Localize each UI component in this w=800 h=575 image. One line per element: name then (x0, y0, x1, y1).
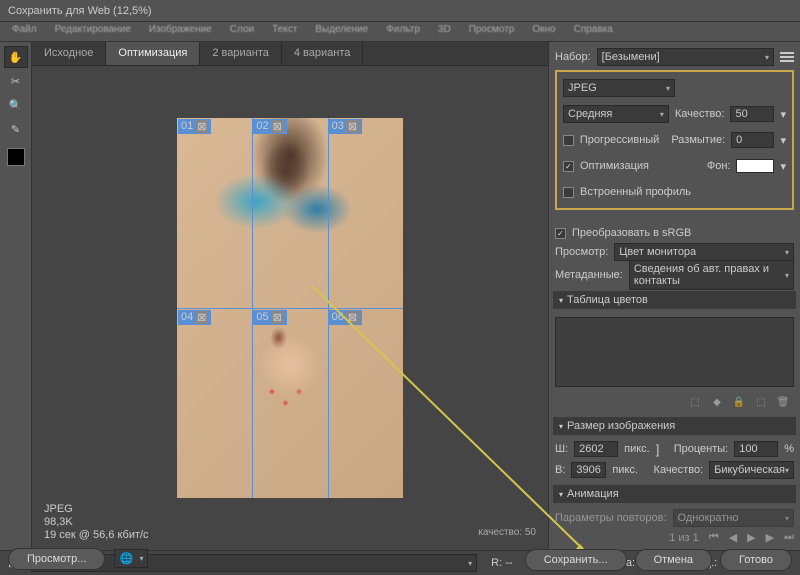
color-table-toolbar: ⬚ ◆ 🔒 ⬚ 🗑 (555, 393, 794, 411)
menu-item[interactable]: Редактирование (47, 22, 139, 41)
menu-item[interactable]: Фильтр (378, 22, 428, 41)
metadata-label: Метаданные: (555, 269, 623, 281)
cancel-button[interactable]: Отмена (635, 549, 712, 571)
shift-icon[interactable]: ◆ (710, 395, 724, 409)
preview-select[interactable]: Цвет монитора (614, 243, 794, 261)
embed-profile-checkbox[interactable] (563, 187, 574, 198)
slice-tool[interactable]: ✂ (4, 70, 28, 92)
hand-tool[interactable]: ✋ (4, 46, 28, 68)
menu-item[interactable]: Текст (264, 22, 305, 41)
link-icon[interactable]: ] (656, 442, 660, 457)
next-frame-icon: ▶ (766, 531, 774, 544)
title-bar: Сохранить для Web (12,5%) (0, 0, 800, 22)
menu-item[interactable]: Файл (4, 22, 45, 41)
trash-icon[interactable]: 🗑 (776, 395, 790, 409)
format-options-group: JPEG Средняя Качество: 50 ▾ Прогрессивны… (555, 70, 794, 210)
tool-column: ✋ ✂ 🔍 ✎ (0, 42, 32, 550)
new-icon[interactable]: ⬚ (754, 395, 768, 409)
first-frame-icon: ⏮ (709, 531, 719, 544)
optimize-checkbox[interactable] (563, 161, 574, 172)
quality-input[interactable]: 50 (730, 106, 774, 122)
preset-label: Набор: (555, 51, 591, 63)
progressive-checkbox[interactable] (563, 135, 574, 146)
metadata-select[interactable]: Сведения об авт. правах и контакты (629, 260, 794, 290)
animation-header[interactable]: Анимация (553, 485, 796, 503)
optimize-info: JPEG98,3K19 сек @ 56,6 кбит/с (44, 503, 149, 542)
last-frame-icon: ⏭ (784, 531, 794, 544)
view-tabs: Исходное Оптимизация 2 варианта 4 вариан… (32, 42, 548, 66)
save-button[interactable]: Сохранить... (525, 549, 627, 571)
loop-select: Однократно (673, 509, 794, 527)
percent-input[interactable]: 100 (734, 441, 778, 457)
preview-label: Просмотр: (555, 246, 608, 258)
quality-preset-select[interactable]: Средняя (563, 105, 669, 123)
preview-area: 01⊠ 02⊠ 03⊠ 04⊠ 05⊠ 06⊠ JPEG98,3K19 сек … (32, 66, 548, 550)
flyout-menu-icon[interactable] (780, 52, 794, 62)
image-size-header[interactable]: Размер изображения (553, 417, 796, 435)
menu-item[interactable]: Окно (524, 22, 563, 41)
browser-select[interactable]: 🌐 (114, 549, 148, 568)
format-select[interactable]: JPEG (563, 79, 675, 97)
tab-optimized[interactable]: Оптимизация (106, 42, 200, 65)
tab-4up[interactable]: 4 варианта (282, 42, 364, 65)
height-input[interactable]: 3906 (571, 462, 606, 478)
menu-bar: Файл Редактирование Изображение Слои Тек… (0, 22, 800, 42)
tab-original[interactable]: Исходное (32, 42, 106, 65)
resample-select[interactable]: Бикубическая (709, 461, 794, 479)
dropdown-icon[interactable]: ▾ (780, 134, 786, 147)
width-input[interactable]: 2602 (574, 441, 618, 457)
color-table-header[interactable]: Таблица цветов (553, 291, 796, 309)
srgb-checkbox[interactable] (555, 228, 566, 239)
preset-select[interactable]: [Безымени] (597, 48, 774, 66)
quality-label: Качество: (675, 108, 725, 120)
menu-item[interactable]: Изображение (141, 22, 220, 41)
quality-info: качество: 50 (478, 527, 536, 538)
blur-label: Размытие: (671, 134, 725, 146)
zoom-tool[interactable]: 🔍 (4, 94, 28, 116)
browser-preview-button[interactable]: Просмотр... (8, 548, 105, 570)
menu-item[interactable]: 3D (430, 22, 459, 41)
menu-item[interactable]: Просмотр (461, 22, 523, 41)
preview-image[interactable]: 01⊠ 02⊠ 03⊠ 04⊠ 05⊠ 06⊠ (177, 118, 403, 498)
color-swatch[interactable] (7, 148, 25, 166)
menu-item[interactable]: Слои (222, 22, 262, 41)
dropdown-icon[interactable]: ▾ (780, 160, 786, 173)
menu-item[interactable]: Выделение (307, 22, 376, 41)
done-button[interactable]: Готово (720, 549, 792, 571)
blur-input[interactable]: 0 (731, 132, 774, 148)
map-icon[interactable]: 🔒 (732, 395, 746, 409)
play-icon: ▶ (747, 531, 755, 544)
matte-color[interactable] (736, 159, 774, 173)
settings-panel: Набор: [Безымени] JPEG Средняя Качество:… (548, 42, 800, 550)
lock-icon[interactable]: ⬚ (688, 395, 702, 409)
prev-frame-icon: ◀ (729, 531, 737, 544)
menu-item[interactable]: Справка (566, 22, 621, 41)
eyedropper-tool[interactable]: ✎ (4, 118, 28, 140)
dropdown-icon[interactable]: ▾ (780, 108, 786, 121)
window-title: Сохранить для Web (12,5%) (8, 5, 152, 17)
tab-2up[interactable]: 2 варианта (200, 42, 282, 65)
matte-label: Фон: (707, 160, 731, 172)
color-table (555, 317, 794, 387)
